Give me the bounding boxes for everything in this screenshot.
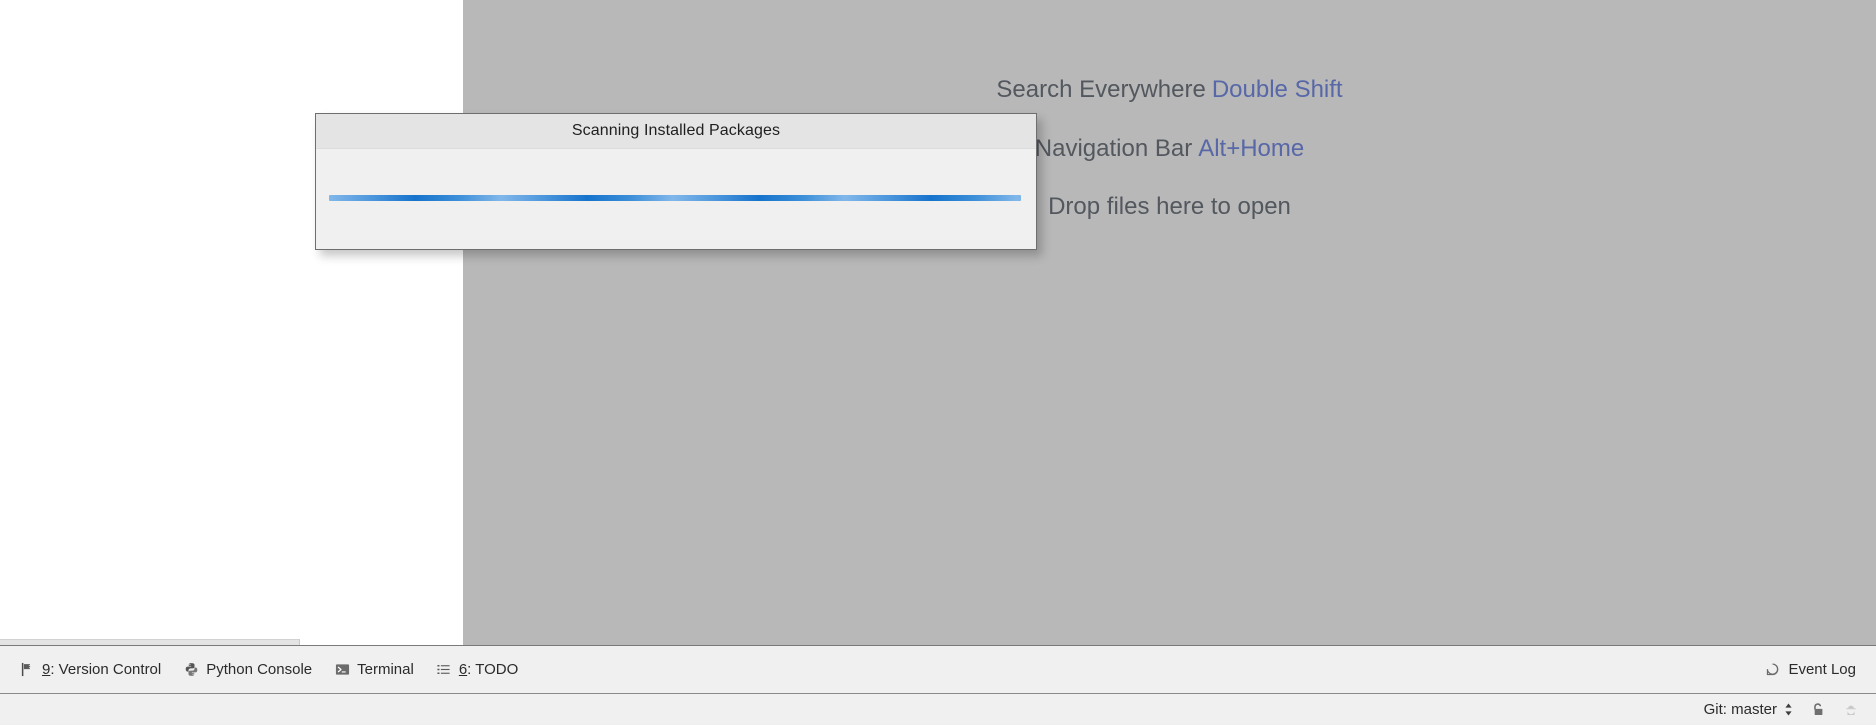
hint-label: Search Everywhere xyxy=(996,76,1206,103)
tool-window-button-bar: 9: Version Control Python Console Termin… xyxy=(0,645,1876,693)
tool-window-button-label: 6: TODO xyxy=(459,661,518,678)
left-tool-window xyxy=(0,0,463,652)
dialog-title: Scanning Installed Packages xyxy=(571,122,781,139)
dialog-titlebar: Scanning Installed Packages xyxy=(316,114,1036,149)
tool-window-buttons: 9: Version Control Python Console Termin… xyxy=(0,655,529,685)
python-icon xyxy=(183,662,199,678)
hint-shortcut: Double Shift xyxy=(1211,76,1343,103)
inspector-hat-icon xyxy=(1841,700,1861,720)
hint-search-everywhere: Search Everywhere Double Shift xyxy=(463,78,1876,102)
read-only-toggle[interactable] xyxy=(1800,697,1834,723)
event-log-icon xyxy=(1764,662,1780,678)
tool-window-text: : Version Control xyxy=(50,661,162,678)
tool-window-button-terminal[interactable]: Terminal xyxy=(323,655,425,685)
tool-window-button-todo[interactable]: 6: TODO xyxy=(425,655,529,685)
inspector-widget[interactable] xyxy=(1834,697,1868,723)
status-bar: Git: master xyxy=(0,693,1876,725)
chevron-updown-icon xyxy=(1784,702,1793,717)
event-log-label: Event Log xyxy=(1788,661,1856,678)
hint-shortcut: Alt+Home xyxy=(1198,135,1305,162)
dialog-body xyxy=(316,149,1036,249)
hint-label: Drop files here to open xyxy=(1048,193,1291,220)
scanning-packages-dialog: Scanning Installed Packages xyxy=(315,113,1037,250)
tool-window-button-label: 9: Version Control xyxy=(42,661,161,678)
ide-window: Search Everywhere Double Shift Navigation… xyxy=(0,0,1876,725)
tool-window-mnemonic: 6 xyxy=(458,661,468,678)
tool-window-button-version-control[interactable]: 9: Version Control xyxy=(8,655,172,685)
progress-bar xyxy=(329,195,1021,201)
status-bar-right: Git: master xyxy=(1697,697,1876,723)
hint-label: Navigation Bar xyxy=(1034,135,1193,162)
tool-window-text: Python Console xyxy=(206,661,313,678)
progress-bar-fill xyxy=(329,195,1021,201)
unlocked-padlock-icon xyxy=(1807,700,1827,720)
todo-list-icon xyxy=(436,662,452,678)
tool-window-button-label: Python Console xyxy=(206,661,312,678)
tool-window-button-event-log[interactable]: Event Log xyxy=(1758,655,1862,685)
tool-window-button-label: Terminal xyxy=(357,661,414,678)
tool-window-buttons-right: Event Log xyxy=(1758,655,1876,685)
tool-window-text: Terminal xyxy=(357,661,414,678)
tool-window-button-python-console[interactable]: Python Console xyxy=(172,655,323,685)
editor-empty-state: Search Everywhere Double Shift Navigation… xyxy=(463,0,1876,645)
vcs-branch-icon xyxy=(19,662,35,678)
git-branch-label: Git: master xyxy=(1703,701,1777,718)
git-branch-widget[interactable]: Git: master xyxy=(1697,697,1800,723)
tool-window-text: : TODO xyxy=(467,661,519,678)
terminal-icon xyxy=(334,662,350,678)
